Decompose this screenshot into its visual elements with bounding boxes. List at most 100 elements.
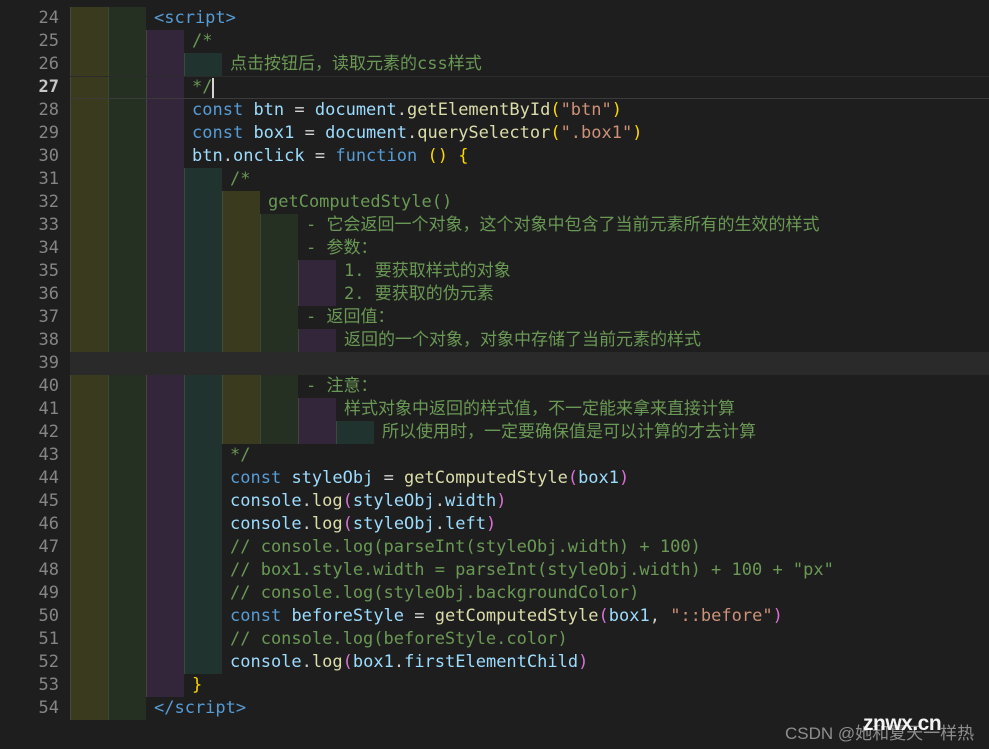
indent-guide-block	[70, 168, 108, 191]
indent-guide-block	[260, 421, 298, 444]
indent-guide-block	[108, 7, 146, 30]
indent-guide-block	[108, 421, 146, 444]
code-content-area[interactable]: <script> /* 点击按钮后，读取元素的css样式 */ const btn = …	[70, 0, 989, 749]
code-line[interactable]: */	[70, 444, 989, 467]
indent-guide-block	[70, 536, 108, 559]
indent-guide-block	[184, 191, 222, 214]
indent-guide-block	[146, 490, 184, 513]
indent-guide-line	[146, 467, 147, 490]
indent-guide-line	[184, 582, 185, 605]
indent-guide-line	[108, 697, 109, 720]
indent-guide-line	[108, 398, 109, 421]
indent-guide-line	[108, 375, 109, 398]
indent-guide-block	[298, 421, 336, 444]
indent-guide-line	[222, 237, 223, 260]
indent-guide-block	[222, 283, 260, 306]
code-line[interactable]: // console.log(styleObj.backgroundColor)	[70, 582, 989, 605]
indent-guide-line	[108, 444, 109, 467]
indent-guide-block	[146, 582, 184, 605]
code-line[interactable]: // console.log(parseInt(styleObj.width) …	[70, 536, 989, 559]
indent-guide-line	[70, 7, 71, 30]
indent-guide-line	[108, 536, 109, 559]
code-line[interactable]: const beforeStyle = getComputedStyle(box…	[70, 605, 989, 628]
code-line[interactable]: const box1 = document.querySelector(".bo…	[70, 122, 989, 145]
indent-guide-block	[146, 260, 184, 283]
code-line[interactable]: 点击按钮后，读取元素的css样式	[70, 53, 989, 76]
indent-guide-line	[70, 513, 71, 536]
code-line[interactable]: // console.log(beforeStyle.color)	[70, 628, 989, 651]
code-line[interactable]: 2. 要获取的伪元素	[70, 283, 989, 306]
line-number: 51	[38, 629, 59, 649]
indent-guide-line	[184, 53, 185, 76]
indent-guide-block	[146, 444, 184, 467]
code-line[interactable]: - 注意：	[70, 375, 989, 398]
code-line[interactable]: - 它会返回一个对象，这个对象中包含了当前元素所有的生效的样式	[70, 214, 989, 237]
code-line[interactable]: const styleObj = getComputedStyle(box1)	[70, 467, 989, 490]
indent-guide-line	[70, 605, 71, 628]
indent-guide-block	[108, 605, 146, 628]
indent-guide-line	[146, 168, 147, 191]
indent-guide-block	[222, 191, 260, 214]
code-line[interactable]: console.log(styleObj.width)	[70, 490, 989, 513]
code-line[interactable]: - 返回值：	[70, 306, 989, 329]
line-number-gutter: 24 25 26 27 28 29 30 31 32 33 34 35 36 37 38 39 40 41 42 43…	[0, 0, 70, 749]
code-line[interactable]: 1. 要获取样式的对象	[70, 260, 989, 283]
indent-guide-line	[222, 421, 223, 444]
code-line[interactable]: 所以使用时，一定要确保值是可以计算的才去计算	[70, 421, 989, 444]
indent-guide-line	[108, 237, 109, 260]
indent-guide-block	[70, 53, 108, 76]
indent-guide-line	[298, 398, 299, 421]
code-line[interactable]: console.log(styleObj.left)	[70, 513, 989, 536]
indent-guide-line	[108, 145, 109, 168]
line-number: 47	[38, 537, 59, 557]
indent-guide-block	[222, 260, 260, 283]
indent-guide-line	[184, 398, 185, 421]
indent-guide-block	[260, 260, 298, 283]
indent-guide-block	[184, 53, 222, 76]
code-line[interactable]: const btn = document.getElementById("btn…	[70, 99, 989, 122]
indent-guide-block	[70, 306, 108, 329]
line-number: 45	[38, 491, 59, 511]
indent-guide-line	[70, 559, 71, 582]
indent-guide-line	[108, 559, 109, 582]
code-line[interactable]: - 参数：	[70, 237, 989, 260]
indent-guide-line	[70, 168, 71, 191]
indent-guide-block	[184, 306, 222, 329]
indent-guide-block	[70, 99, 108, 122]
code-text: console.log(box1.firstElementChild)	[230, 652, 589, 672]
indent-guide-block	[108, 559, 146, 582]
code-line[interactable]: btn.onclick = function () {	[70, 145, 989, 168]
indent-guide-line	[70, 191, 71, 214]
indent-guide-block	[336, 421, 374, 444]
code-line[interactable]: 返回的一个对象，对象中存储了当前元素的样式	[70, 329, 989, 352]
code-line[interactable]: /*	[70, 168, 989, 191]
code-line[interactable]: /*	[70, 30, 989, 53]
code-line[interactable]	[70, 352, 989, 375]
code-line[interactable]: */	[70, 76, 989, 99]
indent-guide-line	[108, 467, 109, 490]
indent-guide-block	[70, 7, 108, 30]
indent-guide-block	[146, 168, 184, 191]
indent-guide-block	[70, 145, 108, 168]
indent-guide-line	[70, 145, 71, 168]
code-text: 1. 要获取样式的对象	[344, 261, 511, 281]
code-line[interactable]: console.log(box1.firstElementChild)	[70, 651, 989, 674]
code-line[interactable]: // box1.style.width = parseInt(styleObj.…	[70, 559, 989, 582]
code-line[interactable]: }	[70, 674, 989, 697]
indent-guide-block	[146, 651, 184, 674]
indent-guide-block	[108, 490, 146, 513]
code-line[interactable]: 样式对象中返回的样式值，不一定能来拿来直接计算	[70, 398, 989, 421]
line-number: 25	[38, 31, 59, 51]
code-line[interactable]: getComputedStyle()	[70, 191, 989, 214]
indent-guide-line	[146, 214, 147, 237]
indent-guide-block	[222, 329, 260, 352]
indent-guide-line	[184, 513, 185, 536]
code-line[interactable]: <script>	[70, 7, 989, 30]
code-text: console.log(styleObj.width)	[230, 491, 507, 511]
line-number: 44	[38, 468, 59, 488]
code-editor[interactable]: <script> /* 点击按钮后，读取元素的css样式 */ const btn = …	[0, 0, 989, 749]
indent-guide-block	[146, 674, 184, 697]
indent-guide-block	[70, 467, 108, 490]
code-line[interactable]: </script>	[70, 697, 989, 720]
indent-guide-line	[108, 283, 109, 306]
